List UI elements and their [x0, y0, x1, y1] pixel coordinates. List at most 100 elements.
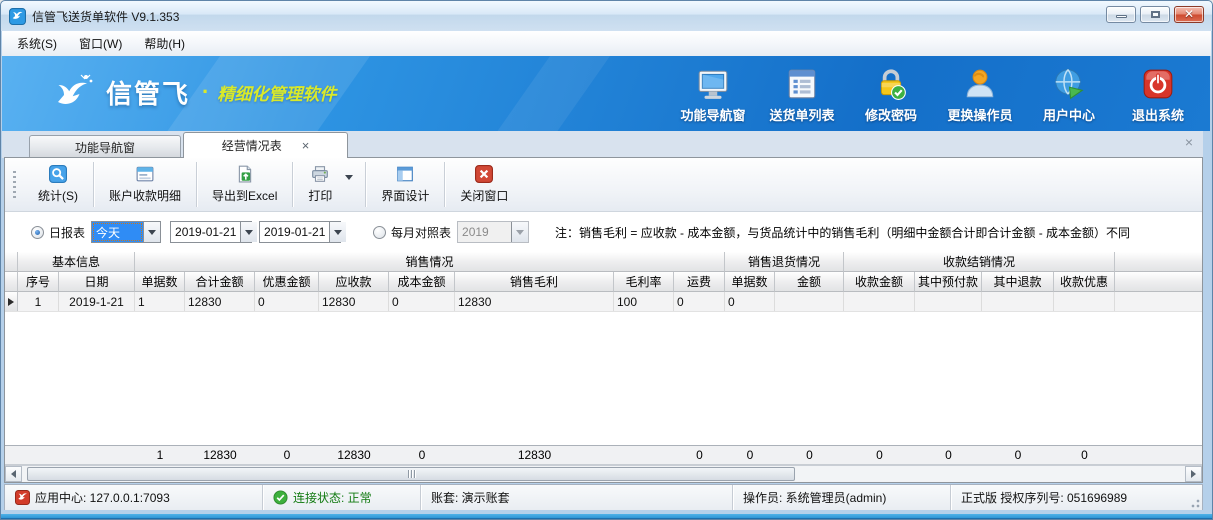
toolbar: 统计(S)账户收款明细导出到Excel打印界面设计关闭窗口	[5, 158, 1202, 212]
date-from-picker[interactable]: 2019-01-21	[170, 221, 252, 243]
export-excel-button[interactable]: 导出到Excel	[199, 158, 290, 211]
grid-cell[interactable]	[982, 292, 1054, 311]
status-text: 操作员: 系统管理员(admin)	[743, 489, 886, 506]
minimize-button[interactable]	[1106, 6, 1136, 23]
scroll-right-button[interactable]	[1185, 466, 1202, 482]
column-header[interactable]: 收款金额	[844, 272, 915, 292]
column-header[interactable]: 成本金额	[389, 272, 455, 292]
column-header[interactable]: 其中退款	[982, 272, 1054, 292]
column-header[interactable]: 单据数	[135, 272, 185, 292]
date-to-arrow-icon[interactable]	[329, 222, 346, 242]
delivery-list-action[interactable]: 送货单列表	[766, 67, 838, 124]
date-to-picker[interactable]: 2019-01-21	[259, 221, 341, 243]
column-header[interactable]: 收款优惠	[1054, 272, 1115, 292]
print-button[interactable]: 打印	[295, 158, 345, 211]
account-receipts-icon	[136, 165, 154, 183]
row-selector-cell[interactable]	[5, 292, 18, 311]
grid-cell[interactable]: 2019-1-21	[59, 292, 135, 311]
grid-cell[interactable]	[844, 292, 915, 311]
switch-user-icon	[963, 67, 997, 101]
column-header[interactable]: 优惠金额	[255, 272, 319, 292]
column-header[interactable]: 日期	[59, 272, 135, 292]
daily-report-radio[interactable]	[31, 226, 44, 239]
close-button[interactable]: ✕	[1174, 6, 1204, 23]
scroll-left-button[interactable]	[5, 466, 22, 482]
filter-bar: 日报表 今天 2019-01-21 2019-01-21 每月对照表 2019 …	[5, 212, 1202, 252]
column-group-header: 销售退货情况	[725, 252, 844, 272]
grid-cell[interactable]: 12830	[455, 292, 614, 311]
range-select[interactable]: 今天	[91, 221, 161, 243]
table-row[interactable]: 12019-1-2111283001283001283010000	[5, 292, 1202, 312]
grid-cell[interactable]: 0	[389, 292, 455, 311]
grid-cell[interactable]: 12830	[185, 292, 255, 311]
date-from-value: 2019-01-21	[171, 222, 240, 242]
monitor-action[interactable]: 功能导航窗	[677, 67, 749, 124]
column-group-header: 基本信息	[18, 252, 135, 272]
tab-close-icon[interactable]: ×	[302, 139, 310, 152]
maximize-icon	[1151, 11, 1160, 18]
user-center-globe-action[interactable]: 用户中心	[1033, 67, 1105, 124]
grid-empty-area[interactable]	[5, 312, 1202, 445]
password-lock-action[interactable]: 修改密码	[855, 67, 927, 124]
summary-cell: 0	[674, 446, 725, 464]
column-header[interactable]: 金额	[775, 272, 844, 292]
scrollbar-thumb[interactable]	[27, 467, 795, 481]
window-controls: ✕	[1106, 6, 1204, 23]
menu-item[interactable]: 帮助(H)	[133, 31, 196, 56]
toolbar-separator	[365, 162, 366, 207]
year-select[interactable]: 2019	[457, 221, 529, 243]
summary-cell: 12830	[185, 446, 255, 464]
grid-cell[interactable]: 1	[135, 292, 185, 311]
statistics-button[interactable]: 统计(S)	[25, 158, 91, 211]
column-header[interactable]: 毛利率	[614, 272, 674, 292]
ui-design-button[interactable]: 界面设计	[368, 158, 442, 211]
close-window-button[interactable]: 关闭窗口	[447, 158, 521, 211]
grid-cell[interactable]: 0	[725, 292, 775, 311]
grid-cell[interactable]	[1054, 292, 1115, 311]
statistics-icon	[49, 165, 67, 183]
date-to-value: 2019-01-21	[260, 222, 329, 242]
column-header[interactable]: 合计金额	[185, 272, 255, 292]
menu-item[interactable]: 窗口(W)	[68, 31, 133, 56]
column-header[interactable]: 其中预付款	[915, 272, 982, 292]
tab-0[interactable]: 功能导航窗	[29, 135, 181, 158]
switch-user-action[interactable]: 更换操作员	[944, 67, 1016, 124]
maximize-button[interactable]	[1140, 6, 1170, 23]
print-dropdown-arrow-icon[interactable]	[345, 158, 363, 211]
column-header[interactable]: 运费	[674, 272, 725, 292]
brand-separator: ·	[202, 79, 209, 105]
menu-item[interactable]: 系统(S)	[6, 31, 68, 56]
tab-strip-close-icon[interactable]: ×	[1185, 135, 1193, 149]
scroll-left-icon	[11, 470, 16, 478]
grid-cell[interactable]: 0	[674, 292, 725, 311]
row-selector-header	[5, 272, 18, 292]
report-grid: 基本信息销售情况销售退货情况收款结销情况序号日期单据数合计金额优惠金额应收款成本…	[5, 252, 1202, 482]
banner-actions: 功能导航窗送货单列表修改密码更换操作员 用户中心退出系统	[677, 67, 1194, 124]
grid-cell[interactable]: 1	[18, 292, 59, 311]
date-from-arrow-icon[interactable]	[240, 222, 257, 242]
toolbar-grip[interactable]	[13, 171, 16, 199]
monthly-report-radio[interactable]	[373, 226, 386, 239]
app-window: 信管飞送货单软件 V9.1.353 ✕ 系统(S)窗口(W)帮助(H) 信管飞 …	[0, 0, 1213, 520]
grid-cell[interactable]: 12830	[319, 292, 389, 311]
grid-cell[interactable]	[915, 292, 982, 311]
title-bar[interactable]: 信管飞送货单软件 V9.1.353 ✕	[1, 1, 1212, 31]
summary-cell: 0	[982, 446, 1054, 464]
grid-cell[interactable]	[775, 292, 844, 311]
grid-cell[interactable]: 100	[614, 292, 674, 311]
resize-grip[interactable]	[1188, 496, 1200, 508]
window-bottom-frame	[1, 510, 1212, 519]
exit-power-action[interactable]: 退出系统	[1122, 67, 1194, 124]
column-header[interactable]: 单据数	[725, 272, 775, 292]
banner-action-label: 更换操作员	[947, 105, 1012, 124]
column-header[interactable]: 序号	[18, 272, 59, 292]
range-select-arrow-icon[interactable]	[143, 222, 160, 242]
account-receipts-button[interactable]: 账户收款明细	[96, 158, 194, 211]
status-segment-1: 连接状态: 正常	[263, 485, 421, 510]
column-header[interactable]: 应收款	[319, 272, 389, 292]
horizontal-scrollbar[interactable]	[5, 465, 1202, 482]
column-header[interactable]: 销售毛利	[455, 272, 614, 292]
tab-1[interactable]: 经营情况表×	[183, 132, 348, 158]
grid-cell[interactable]: 0	[255, 292, 319, 311]
close-icon: ✕	[1175, 7, 1203, 22]
